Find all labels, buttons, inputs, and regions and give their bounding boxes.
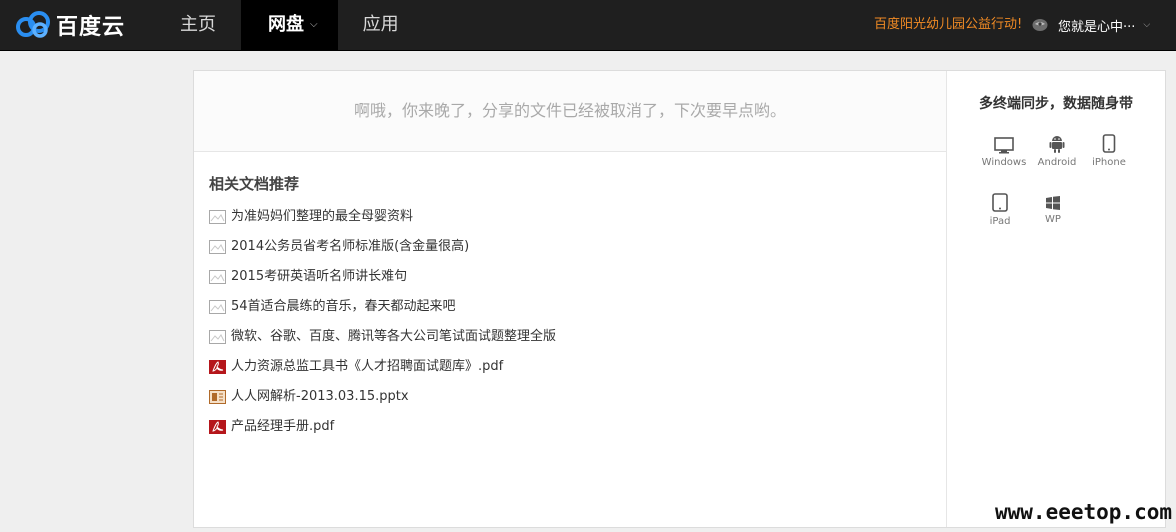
logo-text: 百度云 [56, 15, 126, 40]
device-label: Android [1037, 157, 1077, 168]
nav-apps-label: 应用 [362, 14, 399, 35]
list-item[interactable]: 为准妈妈们整理的最全母婴资料 [209, 206, 556, 236]
list-item[interactable]: 产品经理手册.pdf [209, 416, 556, 446]
nav-netdisk-label: 网盘 [268, 14, 304, 35]
doc-icon [209, 300, 226, 314]
device-label: WP [1045, 214, 1061, 225]
device-ipad[interactable]: iPad [974, 193, 1026, 227]
doc-title: 2015考研英语听名师讲长难句 [231, 269, 408, 284]
sync-title: 多终端同步，数据随身带 [979, 96, 1133, 112]
user-avatar-icon [1032, 19, 1048, 31]
nav-home[interactable]: 主页 [155, 0, 241, 50]
user-menu[interactable]: 您就是心中··· ⌵ [1032, 0, 1150, 50]
baidu-cloud-logo[interactable]: 百度云 [14, 8, 125, 42]
list-item[interactable]: 微软、谷歌、百度、腾讯等各大公司笔试面试题整理全版 [209, 326, 556, 356]
device-label: Windows [981, 157, 1027, 168]
device-iphone[interactable]: iPhone [1083, 134, 1135, 168]
nav-netdisk[interactable]: 网盘 ⌵ [241, 0, 338, 50]
site-watermark: www.eeetop.com [995, 500, 1173, 524]
device-label: iPad [989, 216, 1011, 227]
top-navigation-bar: 百度云 主页 网盘 ⌵ 应用 百度阳光幼儿园公益行动! 您就是心中··· ⌵ [0, 0, 1176, 51]
doc-title: 人力资源总监工具书《人才招聘面试题库》.pdf [231, 359, 504, 374]
recommend-title: 相关文档推荐 [209, 175, 300, 193]
main-nav: 主页 网盘 ⌵ 应用 [155, 0, 424, 50]
chevron-down-icon: ⌵ [310, 19, 318, 30]
device-wp[interactable]: WP [1027, 195, 1079, 225]
chevron-down-icon: ⌵ [1143, 20, 1151, 30]
sync-sidebar: 多终端同步，数据随身带 Windows Android iPhone iPad … [947, 71, 1165, 527]
main-panel: 啊哦，你来晚了，分享的文件已经被取消了，下次要早点哟。 相关文档推荐 为准妈妈们… [193, 70, 1166, 528]
user-name: 您就是心中··· [1058, 19, 1136, 35]
ppt-icon [209, 390, 226, 404]
doc-title: 2014公务员省考名师标准版(含金量很高) [231, 239, 470, 254]
nav-apps[interactable]: 应用 [338, 0, 424, 50]
list-item[interactable]: 2014公务员省考名师标准版(含金量很高) [209, 236, 556, 266]
doc-title: 产品经理手册.pdf [231, 419, 335, 434]
list-item[interactable]: 2015考研英语听名师讲长难句 [209, 266, 556, 296]
nav-home-label: 主页 [180, 14, 216, 35]
cloud-logo-icon [16, 11, 50, 38]
doc-icon [209, 330, 226, 344]
share-cancelled-notice: 啊哦，你来晚了，分享的文件已经被取消了，下次要早点哟。 [194, 71, 946, 152]
device-android[interactable]: Android [1031, 134, 1083, 168]
doc-title: 微软、谷歌、百度、腾讯等各大公司笔试面试题整理全版 [231, 329, 557, 344]
windows-logo-icon [1046, 196, 1060, 210]
android-icon [1049, 136, 1065, 153]
doc-title: 为准妈妈们整理的最全母婴资料 [231, 209, 414, 224]
tablet-icon [992, 193, 1008, 212]
device-windows[interactable]: Windows [978, 137, 1030, 168]
promo-link[interactable]: 百度阳光幼儿园公益行动! [874, 0, 1022, 50]
monitor-icon [994, 137, 1014, 154]
recommend-list: 为准妈妈们整理的最全母婴资料 2014公务员省考名师标准版(含金量很高) 201… [209, 206, 556, 446]
doc-title: 54首适合晨练的音乐，春天都动起来吧 [231, 299, 456, 314]
doc-icon [209, 240, 226, 254]
list-item[interactable]: 人人网解析-2013.03.15.pptx [209, 386, 556, 416]
pdf-icon [209, 360, 226, 374]
list-item[interactable]: 54首适合晨练的音乐，春天都动起来吧 [209, 296, 556, 326]
list-item[interactable]: 人力资源总监工具书《人才招聘面试题库》.pdf [209, 356, 556, 386]
content-area: 啊哦，你来晚了，分享的文件已经被取消了，下次要早点哟。 相关文档推荐 为准妈妈们… [194, 71, 946, 527]
device-label: iPhone [1092, 157, 1126, 168]
doc-icon [209, 270, 226, 284]
doc-title: 人人网解析-2013.03.15.pptx [231, 389, 409, 404]
doc-icon [209, 210, 226, 224]
phone-icon [1102, 134, 1116, 153]
pdf-icon [209, 420, 226, 434]
